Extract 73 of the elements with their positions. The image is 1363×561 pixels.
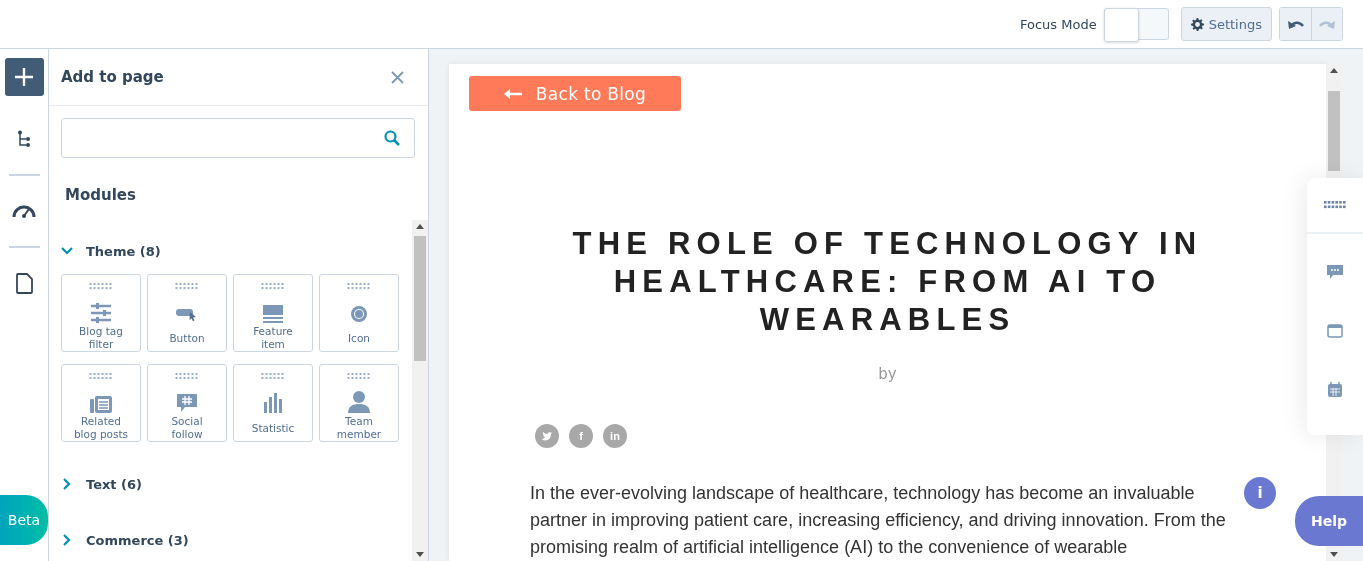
group-toggle[interactable]: Theme (8) (61, 234, 161, 268)
page-icon (15, 272, 33, 294)
undo-button[interactable] (1280, 8, 1311, 40)
newspaper-icon (90, 396, 112, 413)
module-label: Statistic (250, 420, 296, 436)
close-icon (391, 70, 404, 84)
panel-title: Add to page (61, 68, 164, 86)
scroll-down-arrow[interactable] (1330, 552, 1338, 557)
module-tile[interactable]: Icon (319, 274, 399, 352)
drag-handle-icon (347, 373, 371, 379)
drag-handle-icon (1324, 201, 1346, 209)
bar-chart-icon (264, 393, 282, 413)
scroll-down-arrow[interactable] (416, 552, 424, 557)
calendar-icon (1327, 382, 1343, 398)
module-label: Social follow (170, 415, 204, 441)
module-label: Button (168, 330, 206, 346)
settings-icon (1190, 17, 1204, 31)
twitter-button[interactable] (535, 424, 559, 448)
drag-handle-icon (175, 373, 199, 379)
settings-button[interactable]: Settings (1180, 7, 1272, 41)
plus-icon (14, 67, 34, 87)
drag-handle-icon (347, 283, 371, 289)
drag-handle-icon (89, 373, 113, 379)
module-tile[interactable]: Blog tag filter (61, 274, 141, 352)
button-icon (176, 307, 198, 323)
focus-mode-toggle[interactable] (1103, 8, 1169, 40)
chevron-right-icon (61, 534, 73, 546)
hashtag-bubble-icon (177, 393, 197, 413)
tree-icon (17, 130, 31, 148)
byline: by (877, 365, 898, 383)
module-tile[interactable]: Button (147, 274, 227, 352)
gauge-icon (12, 204, 36, 218)
feature-icon (263, 305, 283, 323)
scrollbar-thumb[interactable] (414, 236, 426, 361)
scrollbar-thumb[interactable] (1328, 91, 1340, 171)
sliders-icon (90, 303, 112, 323)
search-icon (384, 130, 400, 146)
section-heading: Modules (65, 186, 137, 206)
post-paragraph: In the ever-evolving landscape of healthcare, technology has become an invaluable partner in improving patient care, increasing efficiency, and driving innovation. From the promising realm of artificial intelligence (AI) to the convenience of wearable (530, 482, 1227, 559)
module-tile[interactable]: Social follow (147, 364, 227, 442)
scroll-up-arrow[interactable] (1330, 68, 1338, 73)
chevron-right-icon (61, 478, 73, 490)
drag-handle-icon (261, 283, 285, 289)
undo-icon (1286, 18, 1305, 30)
close-button[interactable] (391, 70, 404, 84)
module-label: Feature item (252, 325, 294, 351)
module-label: Blog tag filter (78, 325, 124, 351)
module-label: Team member (335, 415, 383, 441)
add-button[interactable] (4, 58, 44, 96)
focus-mode-label: Focus Mode (1020, 16, 1097, 32)
drag-handle-icon (175, 283, 199, 289)
module-label: Related blog posts (72, 415, 130, 441)
chevron-down-icon (61, 245, 73, 257)
group-toggle[interactable]: Text (6) (61, 467, 142, 501)
module-tile[interactable]: Statistic (233, 364, 313, 442)
person-icon (348, 391, 370, 413)
drag-handle-icon (89, 283, 113, 289)
help-button[interactable]: Help (1295, 496, 1363, 546)
bird-icon (541, 431, 553, 441)
module-tile[interactable]: Feature item (233, 274, 313, 352)
group-toggle[interactable]: Commerce (3) (61, 523, 189, 557)
circle-icon (350, 305, 368, 323)
window-icon (1327, 323, 1343, 339)
drag-handle-icon (261, 373, 285, 379)
module-tile[interactable]: Related blog posts (61, 364, 141, 442)
redo-icon (1318, 18, 1336, 30)
arrow-left-icon (503, 88, 522, 99)
scroll-up-arrow[interactable] (416, 224, 424, 229)
post-title: THE ROLE OF TECHNOLOGY IN HEALTHCARE: FROM AI TO WEARABLES (571, 225, 1204, 339)
module-tile[interactable]: Team member (319, 364, 399, 442)
search-field[interactable] (61, 118, 415, 158)
module-label: Icon (347, 330, 371, 346)
comment-icon (1327, 264, 1343, 280)
